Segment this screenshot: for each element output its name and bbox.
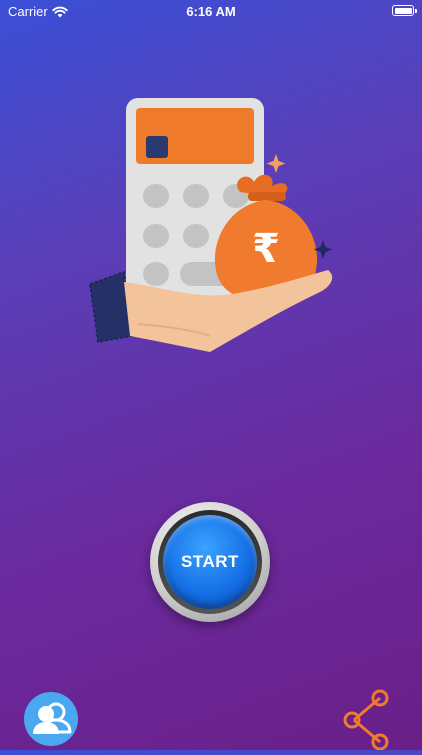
profile-icon — [33, 702, 72, 734]
sparkle-icon — [266, 154, 286, 173]
hero-illustration: ₹ — [80, 90, 350, 370]
share-icon — [343, 689, 389, 751]
battery-icon — [392, 5, 417, 16]
profile-button[interactable] — [24, 692, 78, 746]
status-time: 6:16 AM — [186, 4, 236, 19]
status-bar: Carrier 6:16 AM — [0, 0, 422, 24]
start-button-bezel: START — [150, 502, 270, 622]
share-button[interactable] — [340, 686, 394, 751]
start-button[interactable]: START — [163, 515, 257, 609]
calculator-hand-money-bag-illustration: ₹ — [89, 98, 333, 352]
rupee-symbol: ₹ — [252, 226, 280, 272]
